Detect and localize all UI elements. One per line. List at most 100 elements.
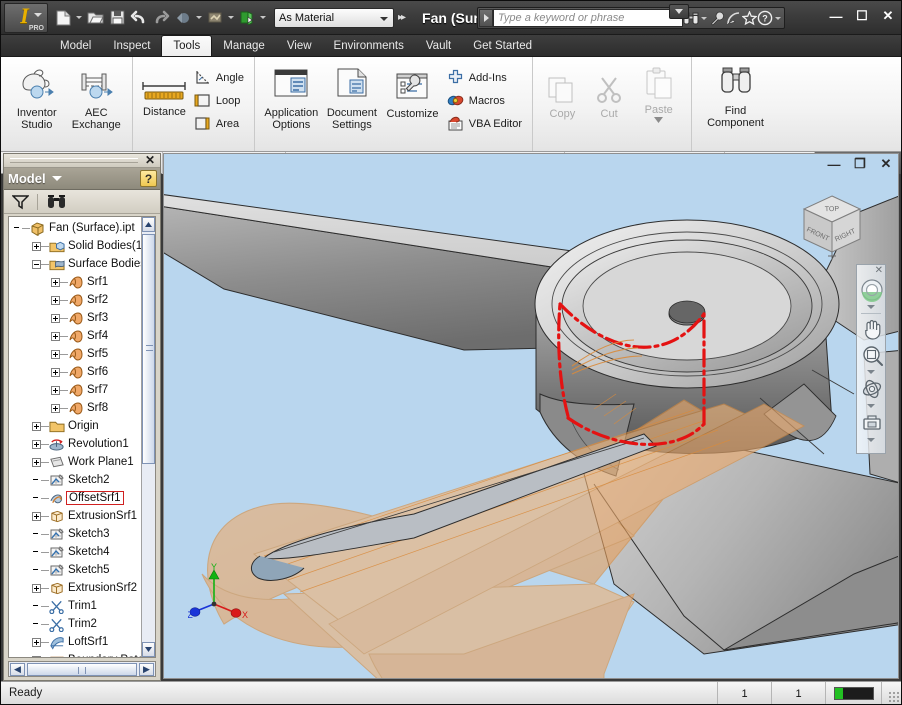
expand-plus-icon[interactable]	[32, 583, 41, 593]
browser-drag-grip[interactable]: ✕	[4, 154, 160, 168]
aec-exchange-button[interactable]: Distance AEC Exchange	[67, 61, 127, 131]
minimize-button[interactable]: —	[827, 7, 845, 25]
tree-item-surface-bodies-8[interactable]: Surface Bodies(8)	[9, 255, 141, 273]
lookat-dropdown-icon[interactable]	[857, 436, 885, 444]
expand-plus-icon[interactable]	[51, 313, 60, 323]
tree-item-srf7[interactable]: Srf7	[9, 381, 141, 399]
return-icon[interactable]	[172, 7, 194, 29]
measure-loop-button[interactable]: Loop	[190, 89, 248, 112]
expand-plus-icon[interactable]	[32, 457, 41, 467]
qat-overflow-icon[interactable]: ▸▸	[398, 12, 406, 23]
view-cube[interactable]: TOP FRONT RIGHT	[798, 192, 866, 264]
tree-item-srf4[interactable]: Srf4	[9, 327, 141, 345]
paste-button[interactable]: Paste	[632, 61, 685, 123]
find-component-button[interactable]: Find Component	[698, 61, 773, 129]
tree-item-srf2[interactable]: Srf2	[9, 291, 141, 309]
tab-tools[interactable]: Tools	[161, 35, 213, 56]
help-question-icon[interactable]: ?	[757, 10, 773, 26]
graphics-viewport[interactable]: — ❐ ✕ TOP FRONT RIGHT ✕ Y X	[163, 153, 899, 679]
expand-plus-icon[interactable]	[51, 331, 60, 341]
doc-close-button[interactable]: ✕	[878, 156, 894, 172]
tree-item-extrusionsrf2[interactable]: ExtrusionSrf2	[9, 579, 141, 597]
vba-editor-button[interactable]: VBA Editor	[443, 112, 526, 135]
expand-plus-icon[interactable]	[51, 385, 60, 395]
expand-plus-icon[interactable]	[51, 367, 60, 377]
favorites-star-icon[interactable]	[741, 10, 757, 26]
close-button[interactable]: ✕	[879, 7, 897, 25]
expand-plus-icon[interactable]	[32, 655, 41, 657]
tree-item-trim1[interactable]: Trim1	[9, 597, 141, 615]
search-tools-dropdown-icon[interactable]	[699, 7, 709, 29]
tree-item-origin[interactable]: Origin	[9, 417, 141, 435]
return-dropdown-icon[interactable]	[194, 7, 204, 29]
tree-vertical-scrollbar[interactable]	[141, 217, 155, 657]
scroll-down-icon[interactable]	[142, 642, 155, 657]
appearance-dropdown-icon[interactable]	[258, 7, 268, 29]
collapse-minus-icon[interactable]	[32, 259, 41, 269]
doc-minimize-button[interactable]: —	[826, 156, 842, 172]
open-icon[interactable]	[84, 7, 106, 29]
application-menu-button[interactable]: I PRO	[4, 3, 48, 33]
tree-item-work-plane1[interactable]: Work Plane1	[9, 453, 141, 471]
paste-menu-chevron-down-icon[interactable]	[654, 117, 664, 123]
appearance-icon[interactable]	[236, 7, 258, 29]
expand-plus-icon[interactable]	[51, 295, 60, 305]
expand-plus-icon[interactable]	[32, 421, 41, 431]
tab-inspect[interactable]: Inspect	[102, 36, 161, 56]
tree-item-trim2[interactable]: Trim2	[9, 615, 141, 633]
tree-horizontal-scrollbar[interactable]: ◀ ▶	[8, 661, 156, 677]
search-dropdown-icon[interactable]	[479, 9, 493, 27]
update-icon[interactable]	[204, 7, 226, 29]
tree-item-srf5[interactable]: Srf5	[9, 345, 141, 363]
tree-item-sketch4[interactable]: Sketch4	[9, 543, 141, 561]
scroll-right-icon[interactable]: ▶	[139, 662, 154, 676]
scrollbar-thumb[interactable]	[142, 234, 155, 464]
tree-item-revolution1[interactable]: Revolution1	[9, 435, 141, 453]
hscrollbar-thumb[interactable]	[27, 662, 137, 676]
scroll-left-icon[interactable]: ◀	[10, 662, 25, 676]
measure-angle-button[interactable]: Angle	[190, 66, 248, 89]
orbit-icon[interactable]	[857, 376, 887, 402]
tree-item-fan-surface-ipt[interactable]: Fan (Surface).ipt	[9, 219, 141, 237]
expand-plus-icon[interactable]	[51, 277, 60, 287]
tab-vault[interactable]: Vault	[415, 36, 462, 56]
inventor-studio-button[interactable]: Inventor Studio	[7, 61, 67, 131]
model-tree[interactable]: Fan (Surface).ipt Solid Bodies(1) Surface …	[8, 216, 156, 658]
tab-manage[interactable]: Manage	[212, 36, 276, 56]
scroll-up-icon[interactable]	[142, 217, 155, 232]
chevron-down-icon[interactable]	[51, 176, 62, 181]
find-binoculars-icon[interactable]	[45, 193, 67, 211]
new-dropdown-icon[interactable]	[74, 7, 84, 29]
new-icon[interactable]	[52, 7, 74, 29]
help-question-icon[interactable]: ?	[140, 170, 157, 187]
measure-distance-button[interactable]: Distance	[139, 61, 190, 118]
tab-view[interactable]: View	[276, 36, 323, 56]
tree-item-sketch3[interactable]: Sketch3	[9, 525, 141, 543]
application-options-button[interactable]: Application Options	[261, 61, 322, 131]
expand-plus-icon[interactable]	[32, 637, 41, 647]
tree-item-extrusionsrf1[interactable]: ExtrusionSrf1	[9, 507, 141, 525]
tree-item-sketch5[interactable]: Sketch5	[9, 561, 141, 579]
tab-get-started[interactable]: Get Started	[462, 36, 543, 56]
search-input[interactable]	[493, 9, 683, 27]
tree-item-sketch2[interactable]: Sketch2	[9, 471, 141, 489]
navbar-close-icon[interactable]: ✕	[875, 265, 883, 276]
wrench-icon[interactable]	[709, 10, 725, 26]
tree-item-srf3[interactable]: Srf3	[9, 309, 141, 327]
expand-plus-icon[interactable]	[32, 511, 41, 521]
expand-plus-icon[interactable]	[32, 439, 41, 449]
close-icon[interactable]: ✕	[145, 154, 155, 167]
measure-area-button[interactable]: Area	[190, 112, 248, 135]
tree-item-srf1[interactable]: Srf1	[9, 273, 141, 291]
zoom-dropdown-icon[interactable]	[857, 368, 885, 376]
satellite-dish-icon[interactable]	[725, 10, 741, 26]
full-navigation-wheel-icon[interactable]	[857, 277, 887, 303]
update-dropdown-icon[interactable]	[226, 7, 236, 29]
expand-plus-icon[interactable]	[51, 349, 60, 359]
look-at-camera-icon[interactable]	[857, 410, 887, 436]
tree-item-loftsrf1[interactable]: LoftSrf1	[9, 633, 141, 651]
expand-plus-icon[interactable]	[32, 241, 41, 251]
pan-hand-icon[interactable]	[857, 316, 887, 342]
macros-button[interactable]: Macros	[443, 89, 526, 112]
filter-icon[interactable]	[10, 193, 30, 211]
